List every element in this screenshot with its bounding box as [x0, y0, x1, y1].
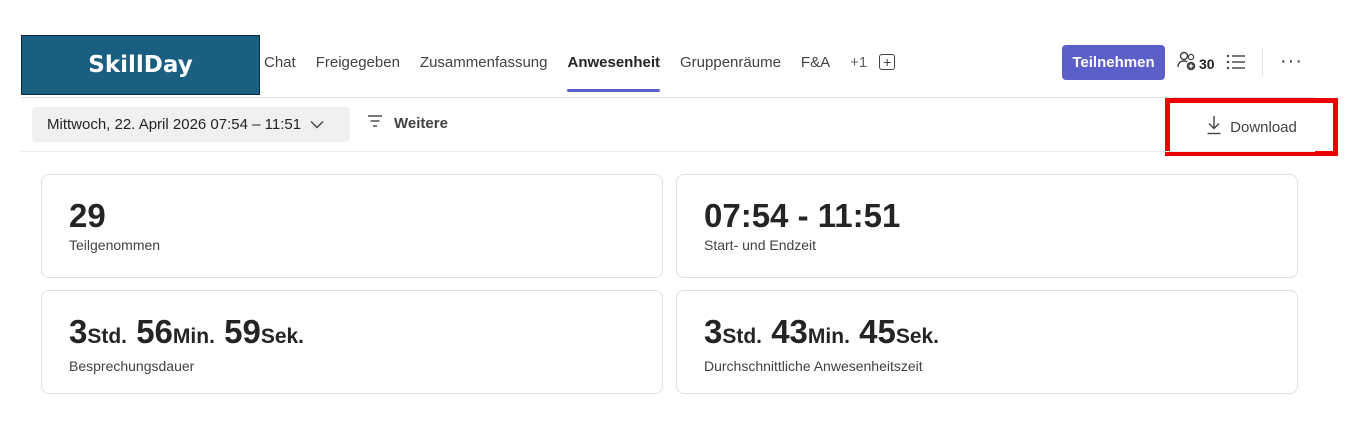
avg-hours: 3: [704, 313, 723, 350]
tab-bar: Chat Freigegeben Zusammenfassung Anwesen…: [264, 40, 896, 96]
list-icon[interactable]: [1226, 53, 1246, 76]
duration-seconds-unit: Sek.: [260, 325, 305, 348]
header-vertical-divider: [1262, 48, 1263, 76]
download-icon: [1206, 115, 1230, 139]
start-end-value: 07:54 - 11:51: [704, 197, 901, 234]
duration-minutes: 56: [136, 313, 173, 350]
duration-hours-unit: Std.: [87, 325, 128, 348]
start-end-label: Start- und Endzeit: [704, 237, 817, 253]
filter-icon: [367, 114, 394, 132]
avg-seconds: 45: [859, 313, 896, 350]
chevron-down-icon: [301, 116, 324, 133]
avg-hours-unit: Std.: [722, 325, 763, 348]
avg-minutes-unit: Min.: [807, 325, 850, 348]
participants-label: Teilgenommen: [69, 237, 161, 253]
meeting-duration-label: Besprechungsdauer: [69, 358, 195, 374]
participant-count: 30: [1199, 55, 1215, 72]
tab-chat[interactable]: Chat: [264, 40, 296, 94]
duration-seconds: 59: [224, 313, 261, 350]
download-button[interactable]: Download: [1165, 98, 1338, 156]
tab-summary[interactable]: Zusammenfassung: [420, 40, 548, 94]
people-add-icon: [1176, 50, 1198, 77]
duration-minutes-unit: Min.: [172, 325, 215, 348]
tab-shared[interactable]: Freigegeben: [316, 40, 400, 94]
participants-value: 29: [69, 197, 106, 234]
meeting-duration-value: 3Std. 56Min. 59Sek.: [69, 313, 662, 356]
date-range-value: Mittwoch, 22. April 2026 07:54 – 11:51: [47, 116, 302, 133]
tab-breakout-rooms[interactable]: Gruppenräume: [680, 40, 781, 94]
header-divider: [21, 97, 1315, 98]
more-icon[interactable]: ···: [1280, 51, 1303, 71]
add-tab-icon[interactable]: +: [879, 54, 896, 70]
filter-label: Weitere: [394, 114, 448, 132]
meeting-duration-card: 3Std. 56Min. 59Sek. Besprechungsdauer: [41, 290, 663, 394]
tab-qa[interactable]: F&A: [801, 40, 830, 94]
filter-button[interactable]: Weitere: [367, 114, 448, 132]
duration-hours: 3: [69, 313, 88, 350]
app-logo: SkillDay: [21, 35, 260, 95]
date-range-dropdown[interactable]: Mittwoch, 22. April 2026 07:54 – 11:51: [32, 107, 350, 142]
participants-card: 29 Teilgenommen: [41, 174, 663, 278]
average-attendance-card: 3Std. 43Min. 45Sek. Durchschnittliche An…: [676, 290, 1298, 394]
start-end-card: 07:54 - 11:51 Start- und Endzeit: [676, 174, 1298, 278]
join-button[interactable]: Teilnehmen: [1062, 45, 1165, 80]
avg-minutes: 43: [771, 313, 808, 350]
participants-button[interactable]: 30: [1176, 50, 1215, 77]
average-attendance-value: 3Std. 43Min. 45Sek.: [704, 313, 1297, 356]
average-attendance-label: Durchschnittliche Anwesenheitszeit: [704, 358, 923, 374]
toolbar-divider: [21, 151, 1315, 152]
tab-attendance[interactable]: Anwesenheit: [567, 40, 660, 94]
download-label: Download: [1230, 118, 1297, 136]
avg-seconds-unit: Sek.: [895, 325, 940, 348]
tab-more[interactable]: +1: [850, 40, 867, 94]
